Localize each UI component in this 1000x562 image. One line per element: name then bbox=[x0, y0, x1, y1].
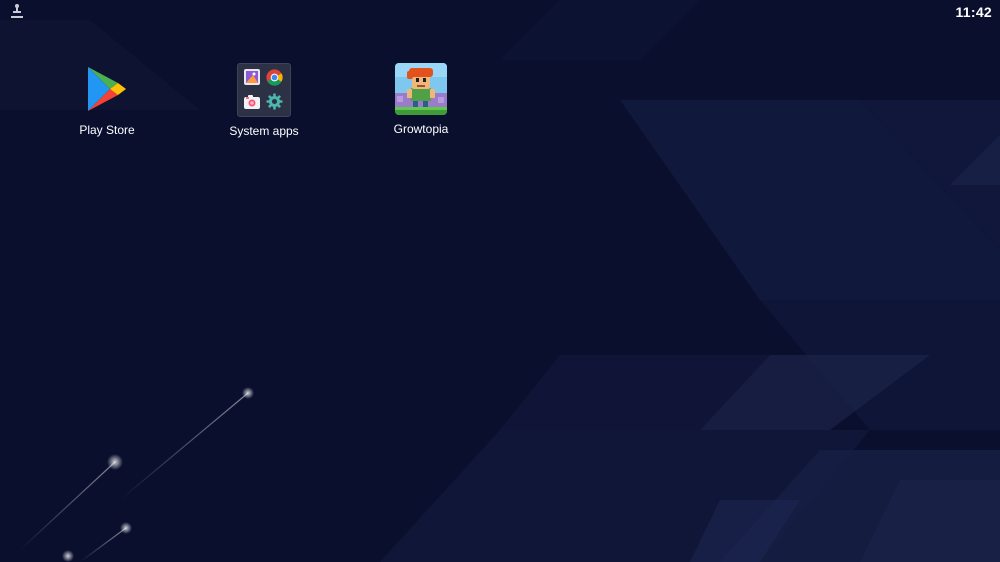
app-play-store[interactable]: Play Store bbox=[52, 62, 162, 144]
chrome-icon bbox=[266, 69, 283, 86]
camera-icon bbox=[244, 95, 260, 109]
gallery-icon bbox=[244, 69, 260, 85]
usb-debug-icon bbox=[11, 4, 23, 18]
play-store-icon bbox=[88, 67, 126, 111]
settings-icon bbox=[266, 93, 283, 110]
app-label-play-store: Play Store bbox=[79, 123, 135, 137]
app-label-growtopia: Growtopia bbox=[393, 122, 449, 136]
growtopia-icon bbox=[395, 63, 447, 115]
app-folder-system-apps[interactable]: System apps bbox=[209, 62, 319, 144]
status-clock: 11:42 bbox=[955, 4, 992, 20]
status-bar: 11:42 bbox=[0, 0, 1000, 24]
app-label-system-apps: System apps bbox=[229, 124, 299, 138]
folder-icon bbox=[237, 63, 291, 117]
app-growtopia[interactable]: Growtopia bbox=[366, 62, 476, 144]
launcher-desktop: Play Store System apps Growtopia bbox=[0, 0, 1000, 562]
